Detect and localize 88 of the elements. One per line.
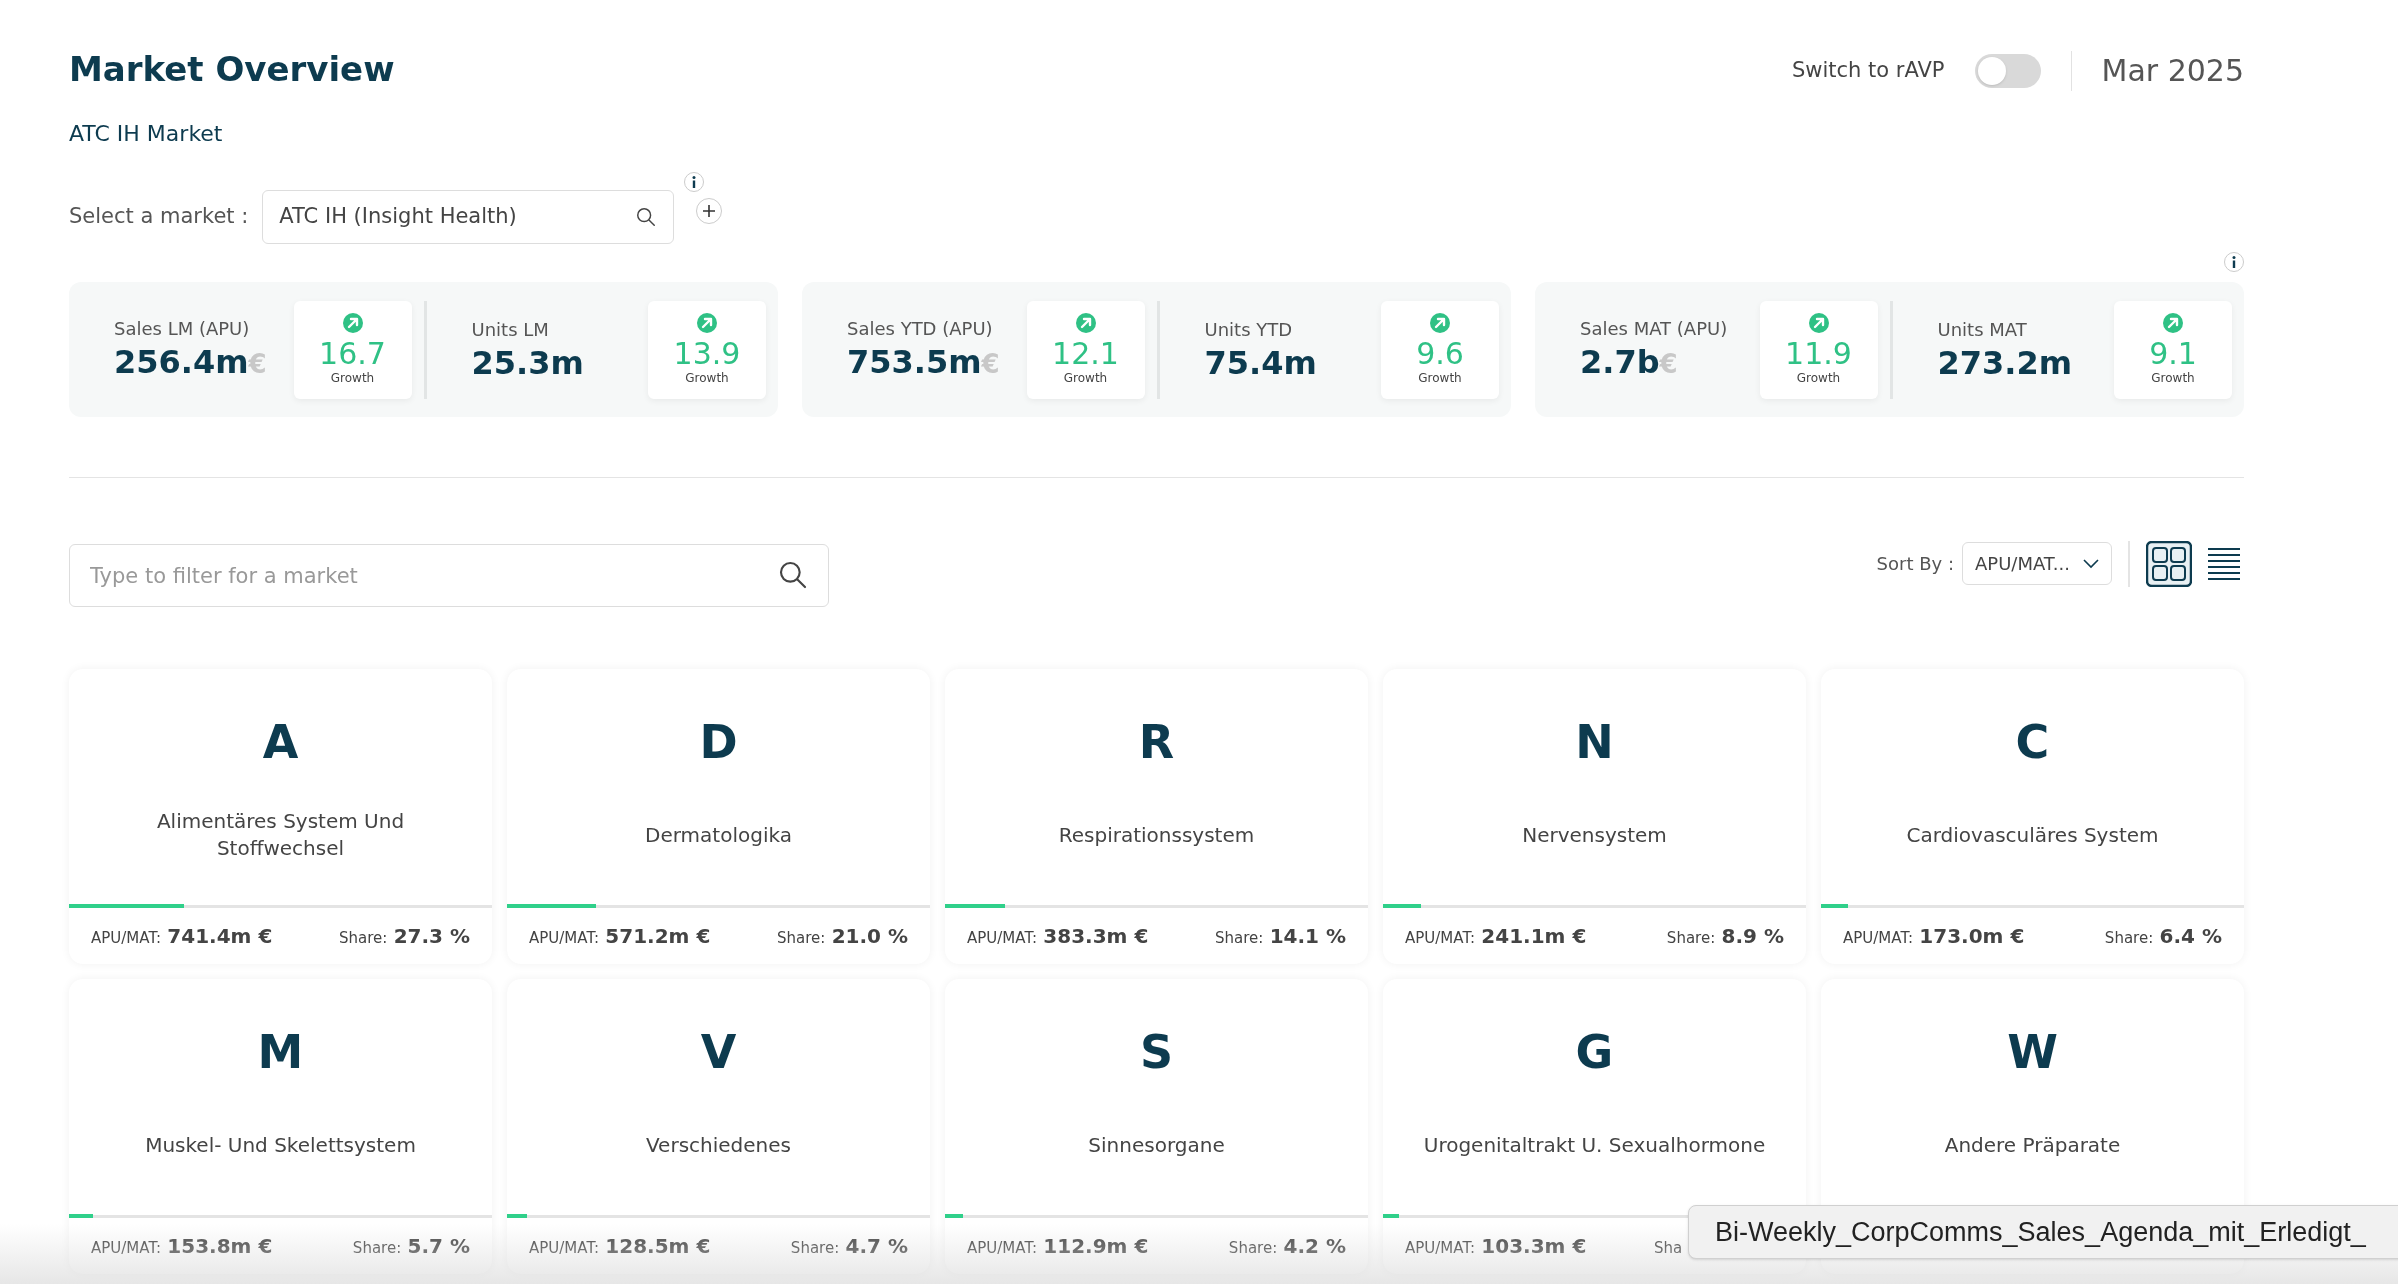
market-name: Verschiedenes [646,1131,791,1159]
market-card[interactable]: M Muskel- Und Skelettsystem APU/MAT: 153.8m € Share: 5.7 % [69,979,492,1274]
market-name: Dermatologika [645,821,792,849]
market-name: Sinnesorgane [1088,1131,1225,1159]
market-name: Urogenitaltrakt U. Sexualhormone [1423,1131,1766,1159]
growth-value: 9.6 [1416,338,1464,369]
growth-label: Growth [330,369,375,387]
apu-mat-value: APU/MAT: 112.9m € [967,1233,1149,1260]
market-card[interactable]: D Dermatologika APU/MAT: 571.2m € Share: 21.0 % [507,669,930,964]
market-letter: D [699,719,738,765]
kpi-value: 75.4m [1204,343,1317,383]
currency-symbol: € [981,348,1000,381]
growth-label: Growth [1063,369,1108,387]
growth-label: Growth [685,369,729,387]
share-value: Share: 8.9 % [1666,923,1784,950]
market-letter: A [262,719,299,765]
apu-mat-value: APU/MAT: 571.2m € [529,923,711,950]
market-card[interactable]: A Alimentäres System Und Stoffwechsel APU/MAT: 741.4m € Share: 27.3 % [69,669,492,964]
market-letter: M [257,1029,304,1075]
apu-mat-value: APU/MAT: 173.0m € [1843,923,2025,950]
growth-label: Growth [2151,369,2195,387]
market-card[interactable]: N Nervensystem APU/MAT: 241.1m € Share: 8.9 % [1383,669,1806,964]
share-value: Share: 4.7 % [790,1233,908,1260]
share-value: Share: 4.2 % [1228,1233,1346,1260]
search-icon[interactable] [635,206,658,228]
growth-value: 16.7 [319,338,386,369]
page-subtitle: ATC IH Market [69,120,224,148]
share-value: Share: 21.0 % [776,923,908,950]
growth-value: 13.9 [673,338,741,369]
market-name: Nervensystem [1522,821,1667,849]
page-title: Market Overview [69,48,395,91]
market-card[interactable]: R Respirationssystem APU/MAT: 383.3m € Share: 14.1 % [945,669,1368,964]
kpi-value: 753.5m [847,342,982,382]
growth-label: Growth [1418,369,1462,387]
search-icon[interactable] [777,559,809,591]
kpi-label: Units YTD [1204,318,1294,342]
apu-mat-value: APU/MAT: 153.8m € [91,1233,273,1260]
apu-mat-value: APU/MAT: 383.3m € [967,923,1149,950]
apu-mat-value: APU/MAT: 241.1m € [1405,923,1587,950]
market-name: Andere Präparate [1944,1131,2121,1159]
share-value: Share: 5.7 % [352,1233,470,1260]
sort-dropdown[interactable]: APU/MAT... [1962,542,2112,585]
apu-mat-value: APU/MAT: 103.3m € [1405,1233,1587,1260]
market-card[interactable]: V Verschiedenes APU/MAT: 128.5m € Share: 4.7 % [507,979,930,1274]
kpi-label: Units LM [471,318,550,342]
market-letter: V [700,1029,737,1075]
market-name: Alimentäres System Und Stoffwechsel [155,808,406,862]
growth-value: 12.1 [1052,338,1119,369]
growth-value: 9.1 [2149,338,2197,369]
market-letter: N [1575,719,1614,765]
market-letter: G [1575,1029,1614,1075]
kpi-value: 2.7b [1580,342,1660,382]
kpi-value: 25.3m [471,343,584,383]
chevron-down-icon [2083,558,2099,569]
market-name: Respirationssystem [1058,821,1255,849]
grid-view-icon[interactable] [2146,540,2192,587]
kpi-label: Sales LM (APU) [114,317,251,341]
toggle-label: Switch to rAVP [1791,56,1945,84]
share-value: Share: 14.1 % [1214,923,1346,950]
kpi-label: Units MAT [1937,318,2028,342]
market-select-label: Select a market : [69,203,249,231]
share-value: Share: 6.4 % [2104,923,2222,950]
market-letter: R [1138,719,1175,765]
market-card[interactable]: S Sinnesorgane APU/MAT: 112.9m € Share: 4.2 % [945,979,1368,1274]
sort-label: Sort By : [1876,552,1954,576]
market-letter: C [2015,719,2050,765]
share-value: Share: 27.3 % [338,923,470,950]
market-letter: S [1139,1029,1174,1075]
apu-mat-value: APU/MAT: 128.5m € [529,1233,711,1260]
market-name: Cardiovasculäres System [1906,821,2159,849]
kpi-value: 256.4m [114,342,249,382]
currency-symbol: € [1659,348,1678,381]
tooltip: Bi-Weekly_CorpComms_Sales_Agenda_mit_Erledigt_ [1688,1205,2398,1259]
market-letter: W [2007,1029,2058,1075]
market-name: Muskel- Und Skelettsystem [145,1131,416,1159]
market-select-field[interactable]: ATC IH (Insight Health) [262,190,675,244]
share-value: Sha [1654,1238,1683,1259]
growth-value: 11.9 [1785,338,1852,369]
growth-label: Growth [1796,369,1841,387]
kpi-value: 273.2m [1937,343,2073,383]
toggle-switch[interactable] [1974,53,2041,88]
apu-mat-value: APU/MAT: 741.4m € [91,923,273,950]
report-date: Mar 2025 [2101,52,2244,90]
market-card[interactable]: C Cardiovasculäres System APU/MAT: 173.0m € Share: 6.4 % [1821,669,2244,964]
filter-field[interactable]: Type to filter for a market [69,544,829,607]
currency-symbol: € [248,348,267,381]
kpi-label: Sales MAT (APU) [1580,317,1728,341]
kpi-label: Sales YTD (APU) [847,317,994,341]
